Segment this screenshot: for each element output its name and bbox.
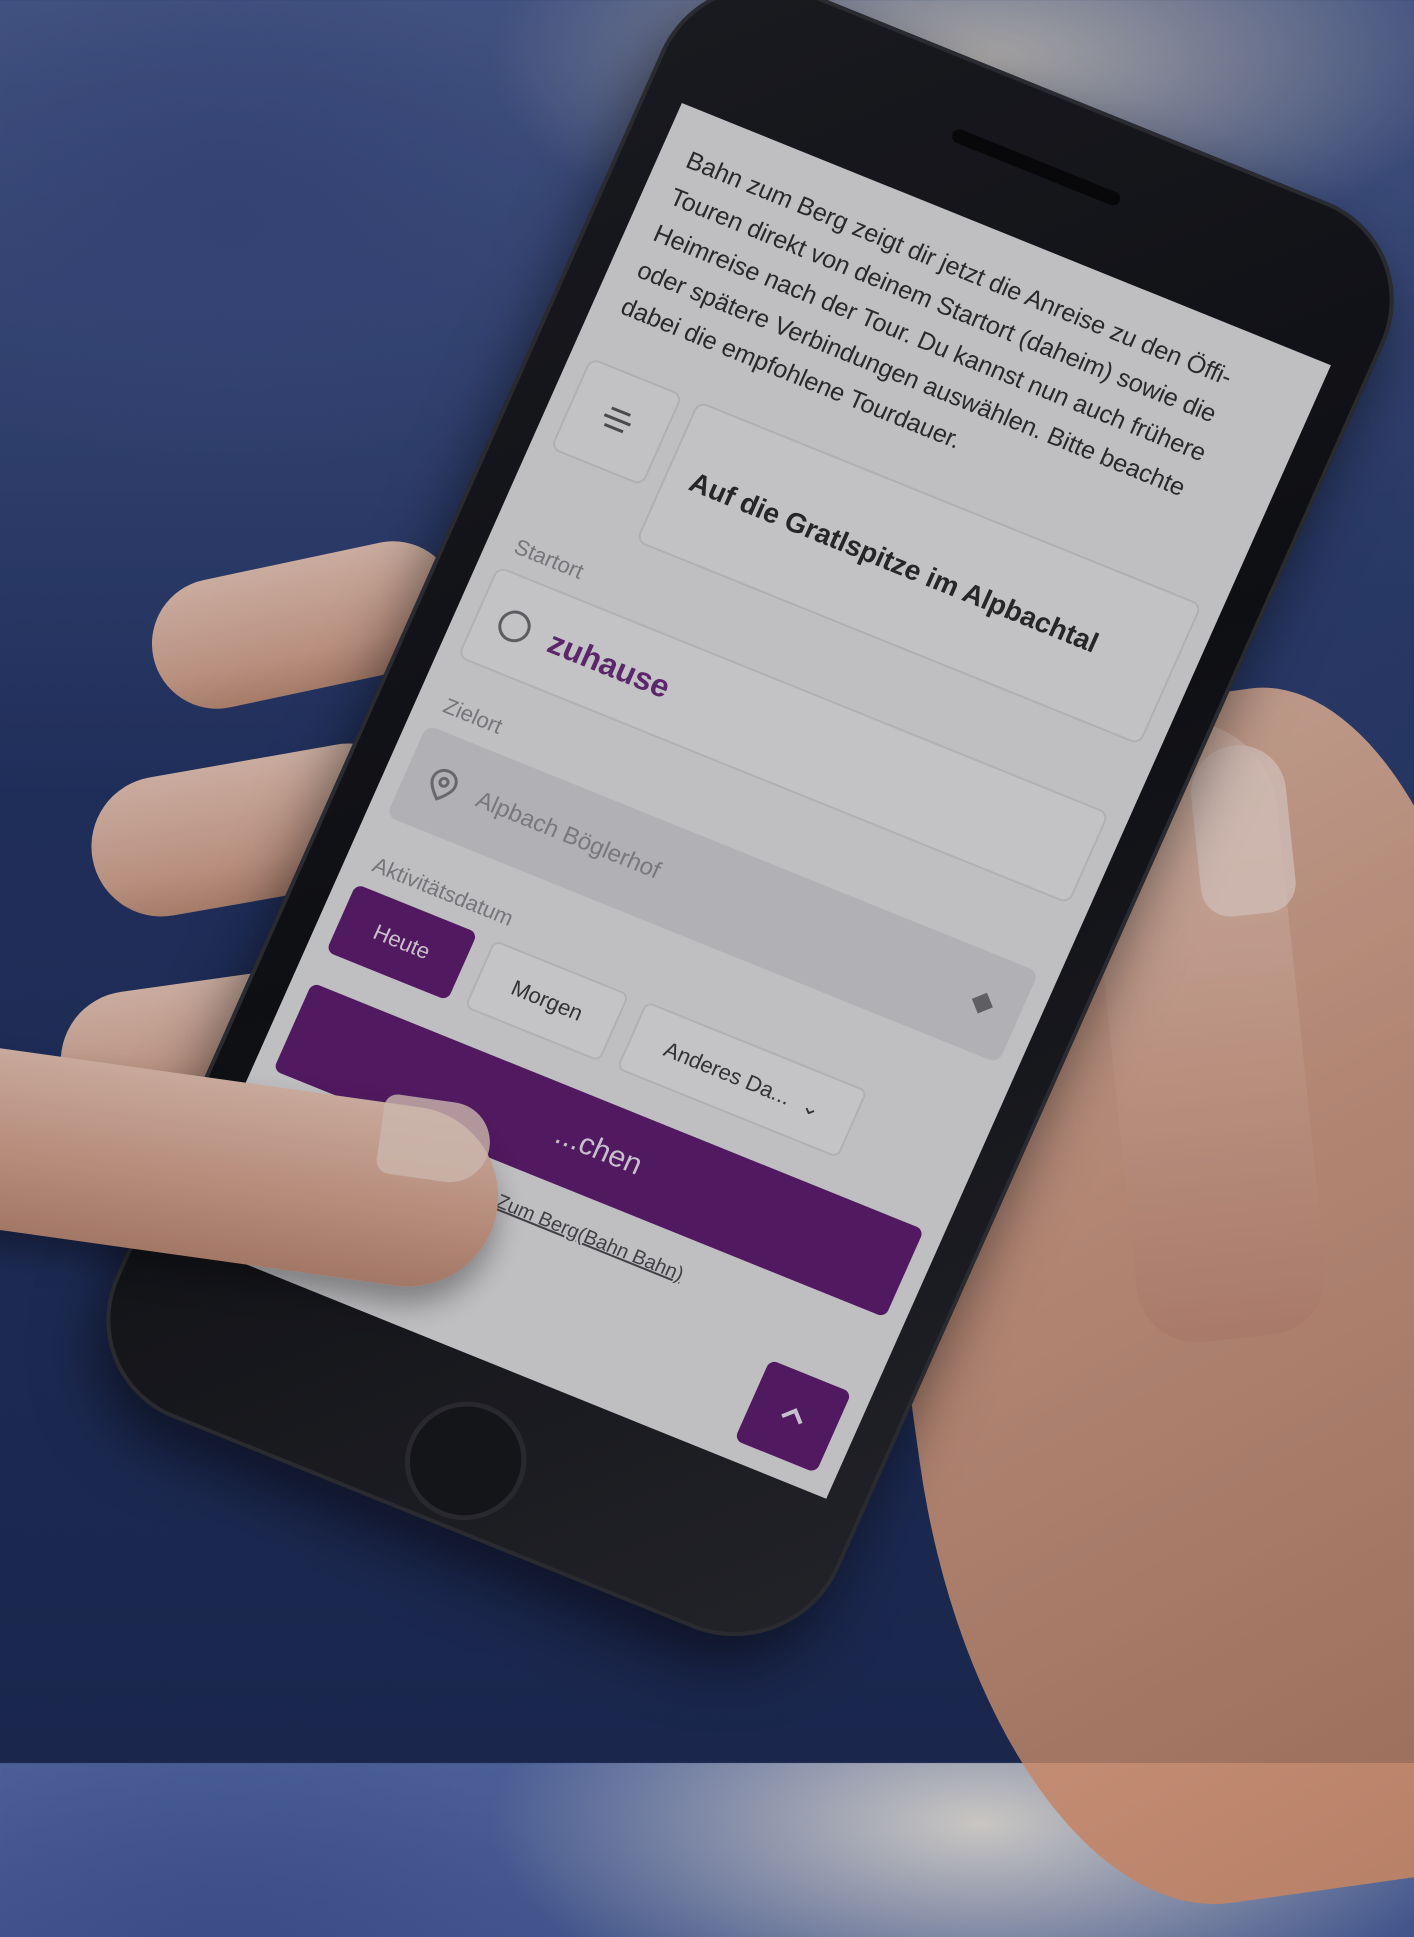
phone-screen: Bahn zum Berg zeigt dir jetzt die Anreis… bbox=[177, 103, 1331, 1499]
chevron-down-icon: ⌄ bbox=[797, 1092, 826, 1123]
menu-button[interactable] bbox=[549, 357, 684, 487]
location-pin-icon bbox=[422, 764, 464, 806]
radio-icon bbox=[493, 605, 536, 648]
start-value: zuhause bbox=[542, 623, 676, 705]
scroll-up-button[interactable] bbox=[734, 1359, 852, 1473]
diamond-icon[interactable] bbox=[962, 984, 1002, 1023]
date-other-label: Anderes Da... bbox=[660, 1036, 795, 1110]
phone-speaker bbox=[949, 127, 1123, 208]
phone-wrap: Bahn zum Berg zeigt dir jetzt die Anreis… bbox=[70, 0, 1414, 1670]
home-button[interactable] bbox=[385, 1383, 546, 1539]
photo-scene: Bahn zum Berg zeigt dir jetzt die Anreis… bbox=[0, 0, 1414, 1937]
chevron-up-icon bbox=[774, 1399, 812, 1433]
menu-icon bbox=[589, 394, 644, 450]
smartphone: Bahn zum Berg zeigt dir jetzt die Anreis… bbox=[70, 0, 1414, 1670]
